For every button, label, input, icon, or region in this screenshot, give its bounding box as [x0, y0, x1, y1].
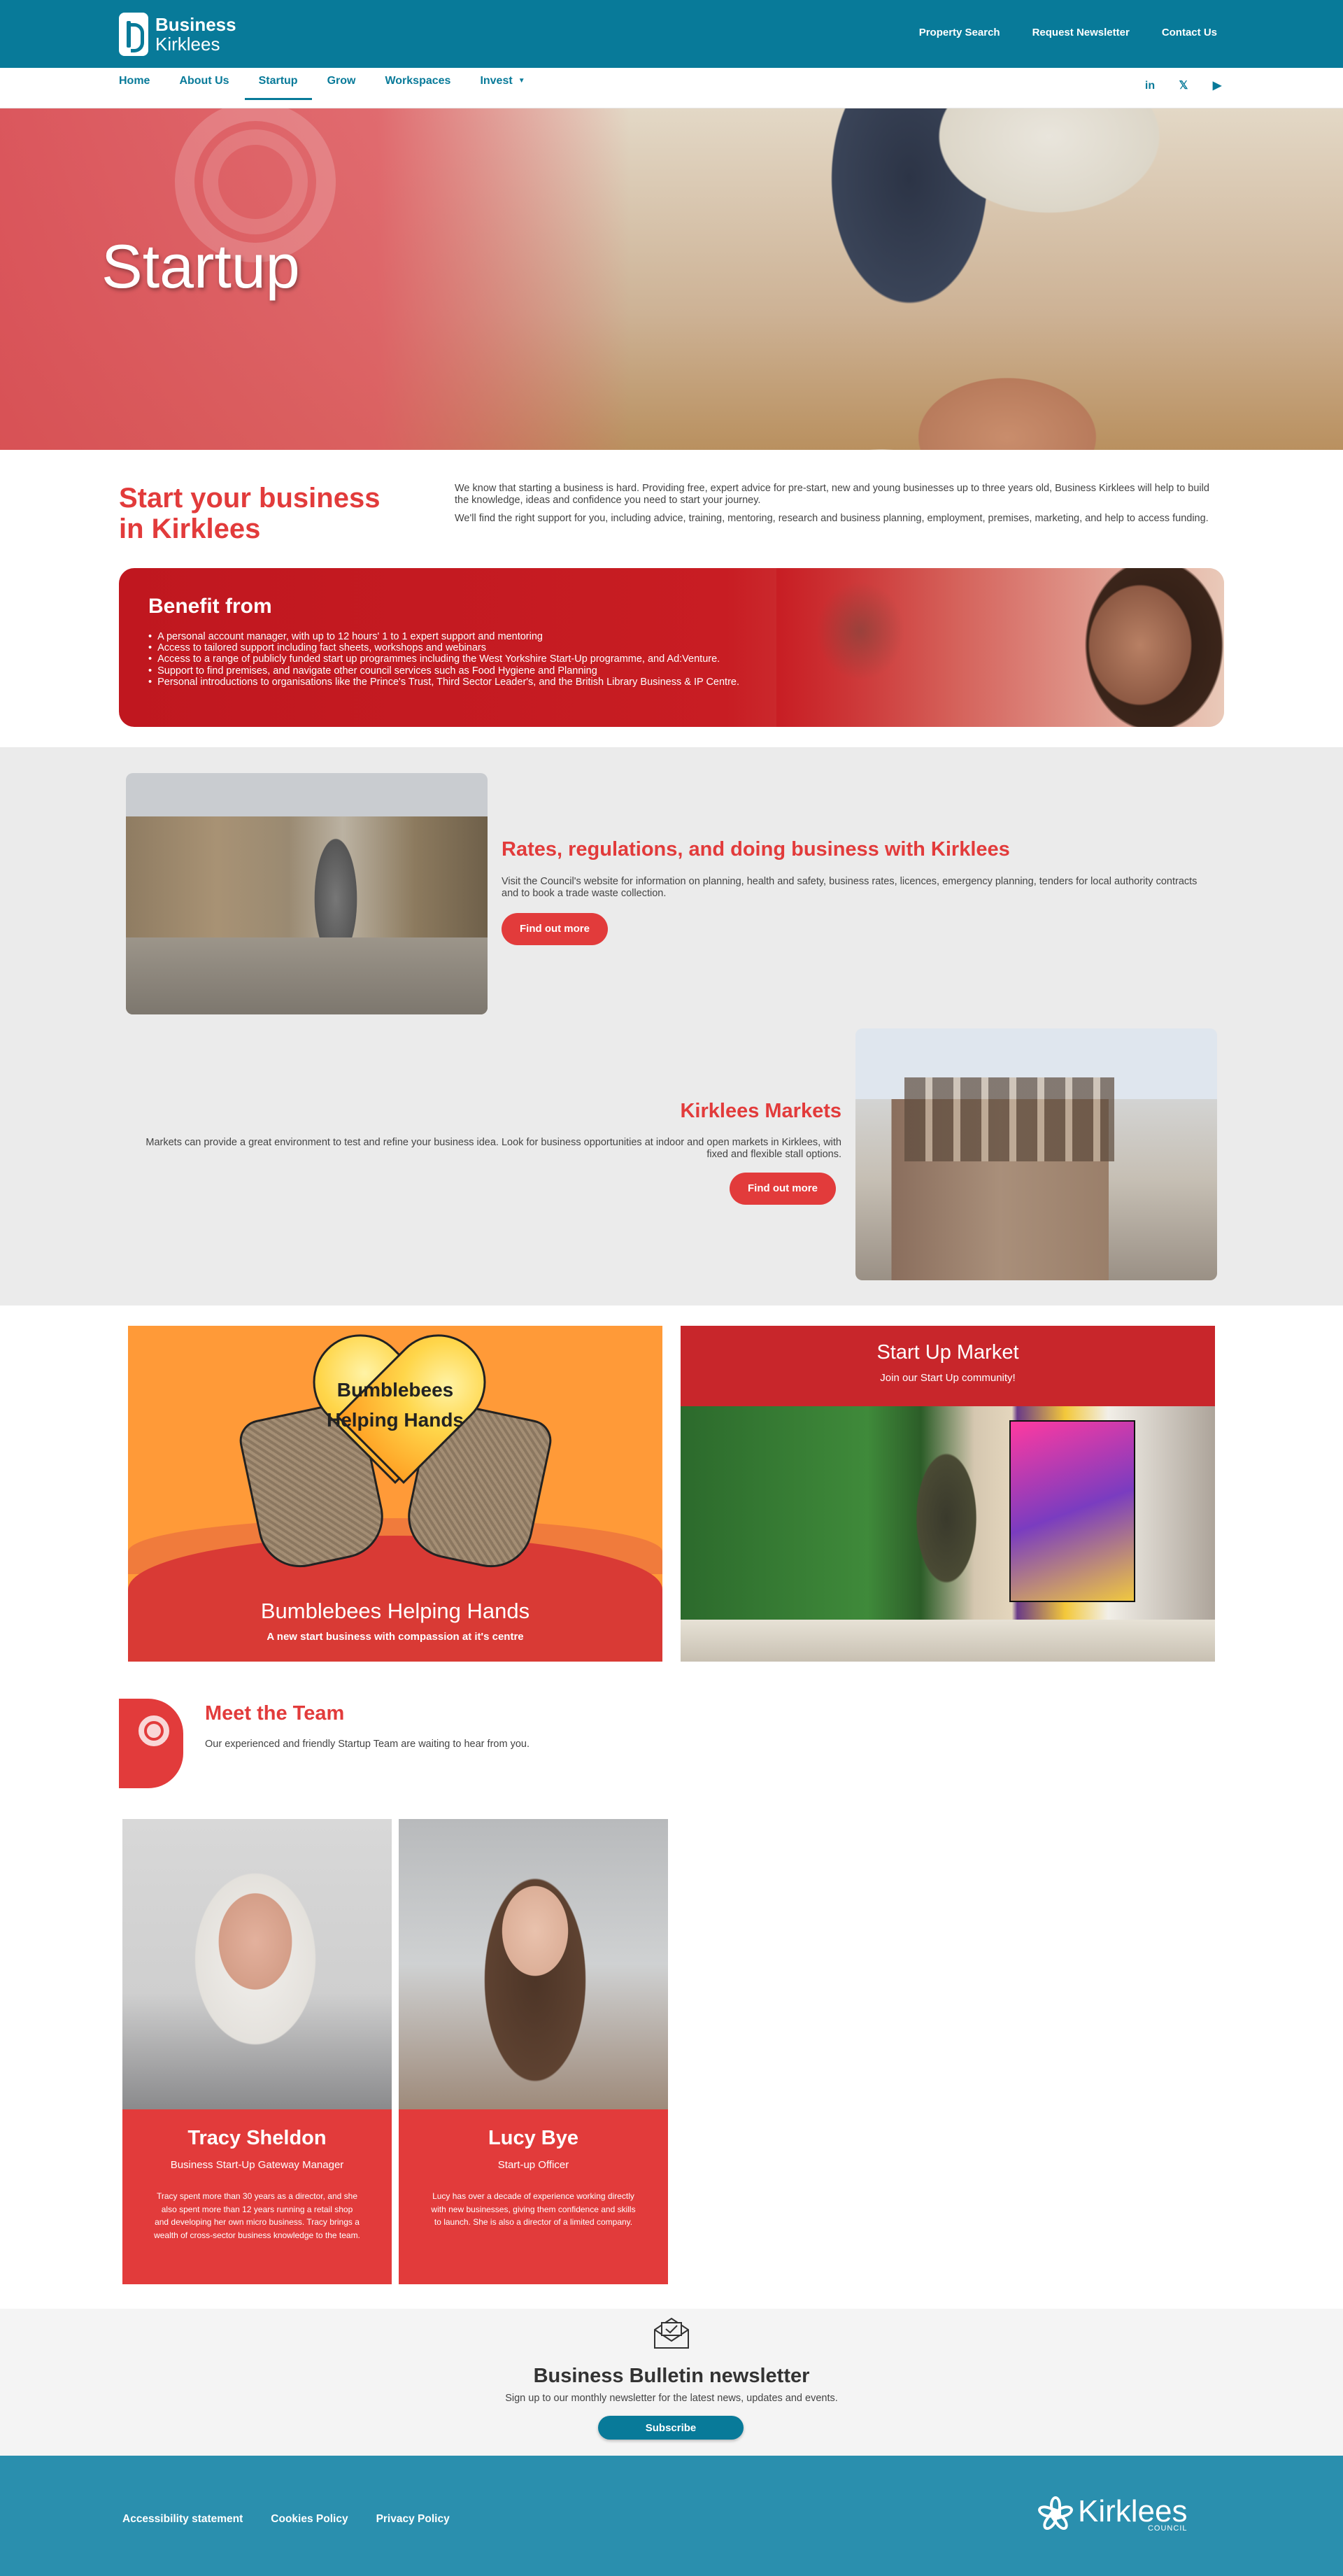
social-links: in 𝕏 ▶: [1143, 79, 1224, 93]
bumblebees-subtitle: A new start business with compassion at …: [267, 1631, 524, 1643]
hero-banner: Startup: [0, 108, 1343, 450]
benefit-item: Access to a range of publicly funded sta…: [148, 653, 848, 665]
tracy-photo: [122, 1819, 392, 2109]
intro-title: Start your business in Kirklees: [119, 483, 381, 544]
market-stall-image: [681, 1406, 1215, 1662]
logo-line1: Business: [155, 14, 236, 35]
start-up-market-title: Start Up Market: [876, 1341, 1019, 1364]
linkedin-icon[interactable]: in: [1143, 79, 1157, 93]
accessibility-statement-link[interactable]: Accessibility statement: [122, 2513, 243, 2526]
rates-text: Visit the Council's website for informat…: [502, 876, 1198, 900]
footer-links: Accessibility statement Cookies Policy P…: [122, 2513, 450, 2526]
kirklees-logo-name: Kirklees: [1078, 2494, 1188, 2528]
benefit-list: A personal account manager, with up to 1…: [148, 631, 848, 688]
team-title: Meet the Team: [205, 1702, 345, 1725]
top-links: Property Search Request Newsletter Conta…: [919, 27, 1217, 38]
main-nav: Home About Us Startup Grow Workspaces In…: [0, 68, 1343, 108]
markets-text: Markets can provide a great environment …: [145, 1137, 841, 1161]
chevron-down-icon: ▼: [518, 77, 525, 85]
person-name: Tracy Sheldon: [187, 2127, 327, 2149]
person-role: Start-up Officer: [497, 2159, 569, 2171]
business-kirklees-logo[interactable]: Business Kirklees: [119, 13, 236, 56]
rates-find-out-more-button[interactable]: Find out more: [502, 913, 608, 945]
rates-title: Rates, regulations, and doing business w…: [502, 838, 1010, 861]
kirklees-flower-icon: [1036, 2496, 1075, 2533]
privacy-policy-link[interactable]: Privacy Policy: [376, 2513, 450, 2526]
person-bio: Lucy has over a decade of experience wor…: [431, 2191, 636, 2228]
request-newsletter-link[interactable]: Request Newsletter: [1032, 27, 1130, 38]
markets-title: Kirklees Markets: [680, 1100, 841, 1122]
logo-line2: Kirklees: [155, 34, 220, 55]
kirklees-council-logo[interactable]: Kirklees COUNCIL: [1036, 2494, 1188, 2533]
person-name: Lucy Bye: [488, 2127, 578, 2149]
nav-home[interactable]: Home: [119, 68, 150, 100]
benefit-title: Benefit from: [148, 595, 272, 618]
logo-mark-icon: [119, 13, 148, 56]
team-card-lucy: Lucy Bye Start-up Officer Lucy has over …: [399, 1819, 668, 2284]
nav-grow[interactable]: Grow: [327, 68, 356, 100]
nav-startup[interactable]: Startup: [244, 68, 312, 100]
benefit-item: Support to find premises, and navigate o…: [148, 665, 848, 677]
nav-invest[interactable]: Invest ▼: [480, 68, 525, 100]
start-up-market-tile[interactable]: Start Up Market Join our Start Up commun…: [681, 1326, 1215, 1662]
footer: Accessibility statement Cookies Policy P…: [0, 2456, 1343, 2576]
contact-us-link[interactable]: Contact Us: [1162, 27, 1217, 38]
heart-text-line2: Helping Hands: [326, 1409, 464, 1431]
market-hall-image: [855, 1028, 1217, 1280]
intro-paragraph-2: We'll find the right support for you, in…: [455, 512, 1209, 524]
nav-workspaces[interactable]: Workspaces: [385, 68, 450, 100]
hero-title: Startup: [101, 232, 300, 301]
subscribe-button[interactable]: Subscribe: [598, 2416, 744, 2440]
logo-text: Business Kirklees: [155, 15, 236, 53]
benefit-item: Personal introductions to organisations …: [148, 677, 848, 688]
property-search-link[interactable]: Property Search: [919, 27, 1000, 38]
bumblebees-title: Bumblebees Helping Hands: [260, 1599, 530, 1623]
business-kirklees-b-icon: [119, 1699, 183, 1788]
intro-text: We know that starting a business is hard…: [455, 483, 1217, 530]
cookies-policy-link[interactable]: Cookies Policy: [271, 2513, 348, 2526]
benefit-item: Access to tailored support including fac…: [148, 642, 848, 653]
heart-text-line1: Bumblebees: [336, 1379, 454, 1401]
benefit-panel: Benefit from A personal account manager,…: [119, 568, 1224, 727]
nav-invest-label: Invest: [480, 75, 513, 87]
newsletter-title: Business Bulletin newsletter: [533, 2365, 810, 2387]
youtube-icon[interactable]: ▶: [1210, 79, 1224, 93]
intro-paragraph-1: We know that starting a business is hard…: [455, 483, 1209, 507]
stall-banner-image: [1009, 1420, 1135, 1602]
markets-find-out-more-button[interactable]: Find out more: [730, 1173, 836, 1205]
newsletter-subtitle: Sign up to our monthly newsletter for th…: [505, 2393, 838, 2404]
hero-swirl-decoration-inner: [203, 129, 308, 234]
bumblebees-tile[interactable]: Bumblebees Helping Hands Bumblebees Help…: [128, 1326, 662, 1662]
team-card-tracy: Tracy Sheldon Business Start-Up Gateway …: [122, 1819, 392, 2284]
person-bio: Tracy spent more than 30 years as a dire…: [154, 2191, 360, 2240]
start-up-market-subtitle: Join our Start Up community!: [880, 1372, 1016, 1384]
top-bar: Business Kirklees Property Search Reques…: [0, 0, 1343, 68]
nav-about-us[interactable]: About Us: [179, 68, 229, 100]
team-subtitle: Our experienced and friendly Startup Tea…: [205, 1739, 530, 1750]
town-centre-image: [126, 773, 488, 1014]
newsletter-section: Business Bulletin newsletter Sign up to …: [0, 2309, 1343, 2456]
lucy-photo: [399, 1819, 668, 2109]
person-role: Business Start-Up Gateway Manager: [170, 2159, 344, 2171]
x-icon[interactable]: 𝕏: [1177, 79, 1191, 93]
benefit-item: A personal account manager, with up to 1…: [148, 631, 848, 642]
envelope-icon: [654, 2317, 689, 2349]
heart-text: Bumblebees Helping Hands: [308, 1375, 482, 1436]
